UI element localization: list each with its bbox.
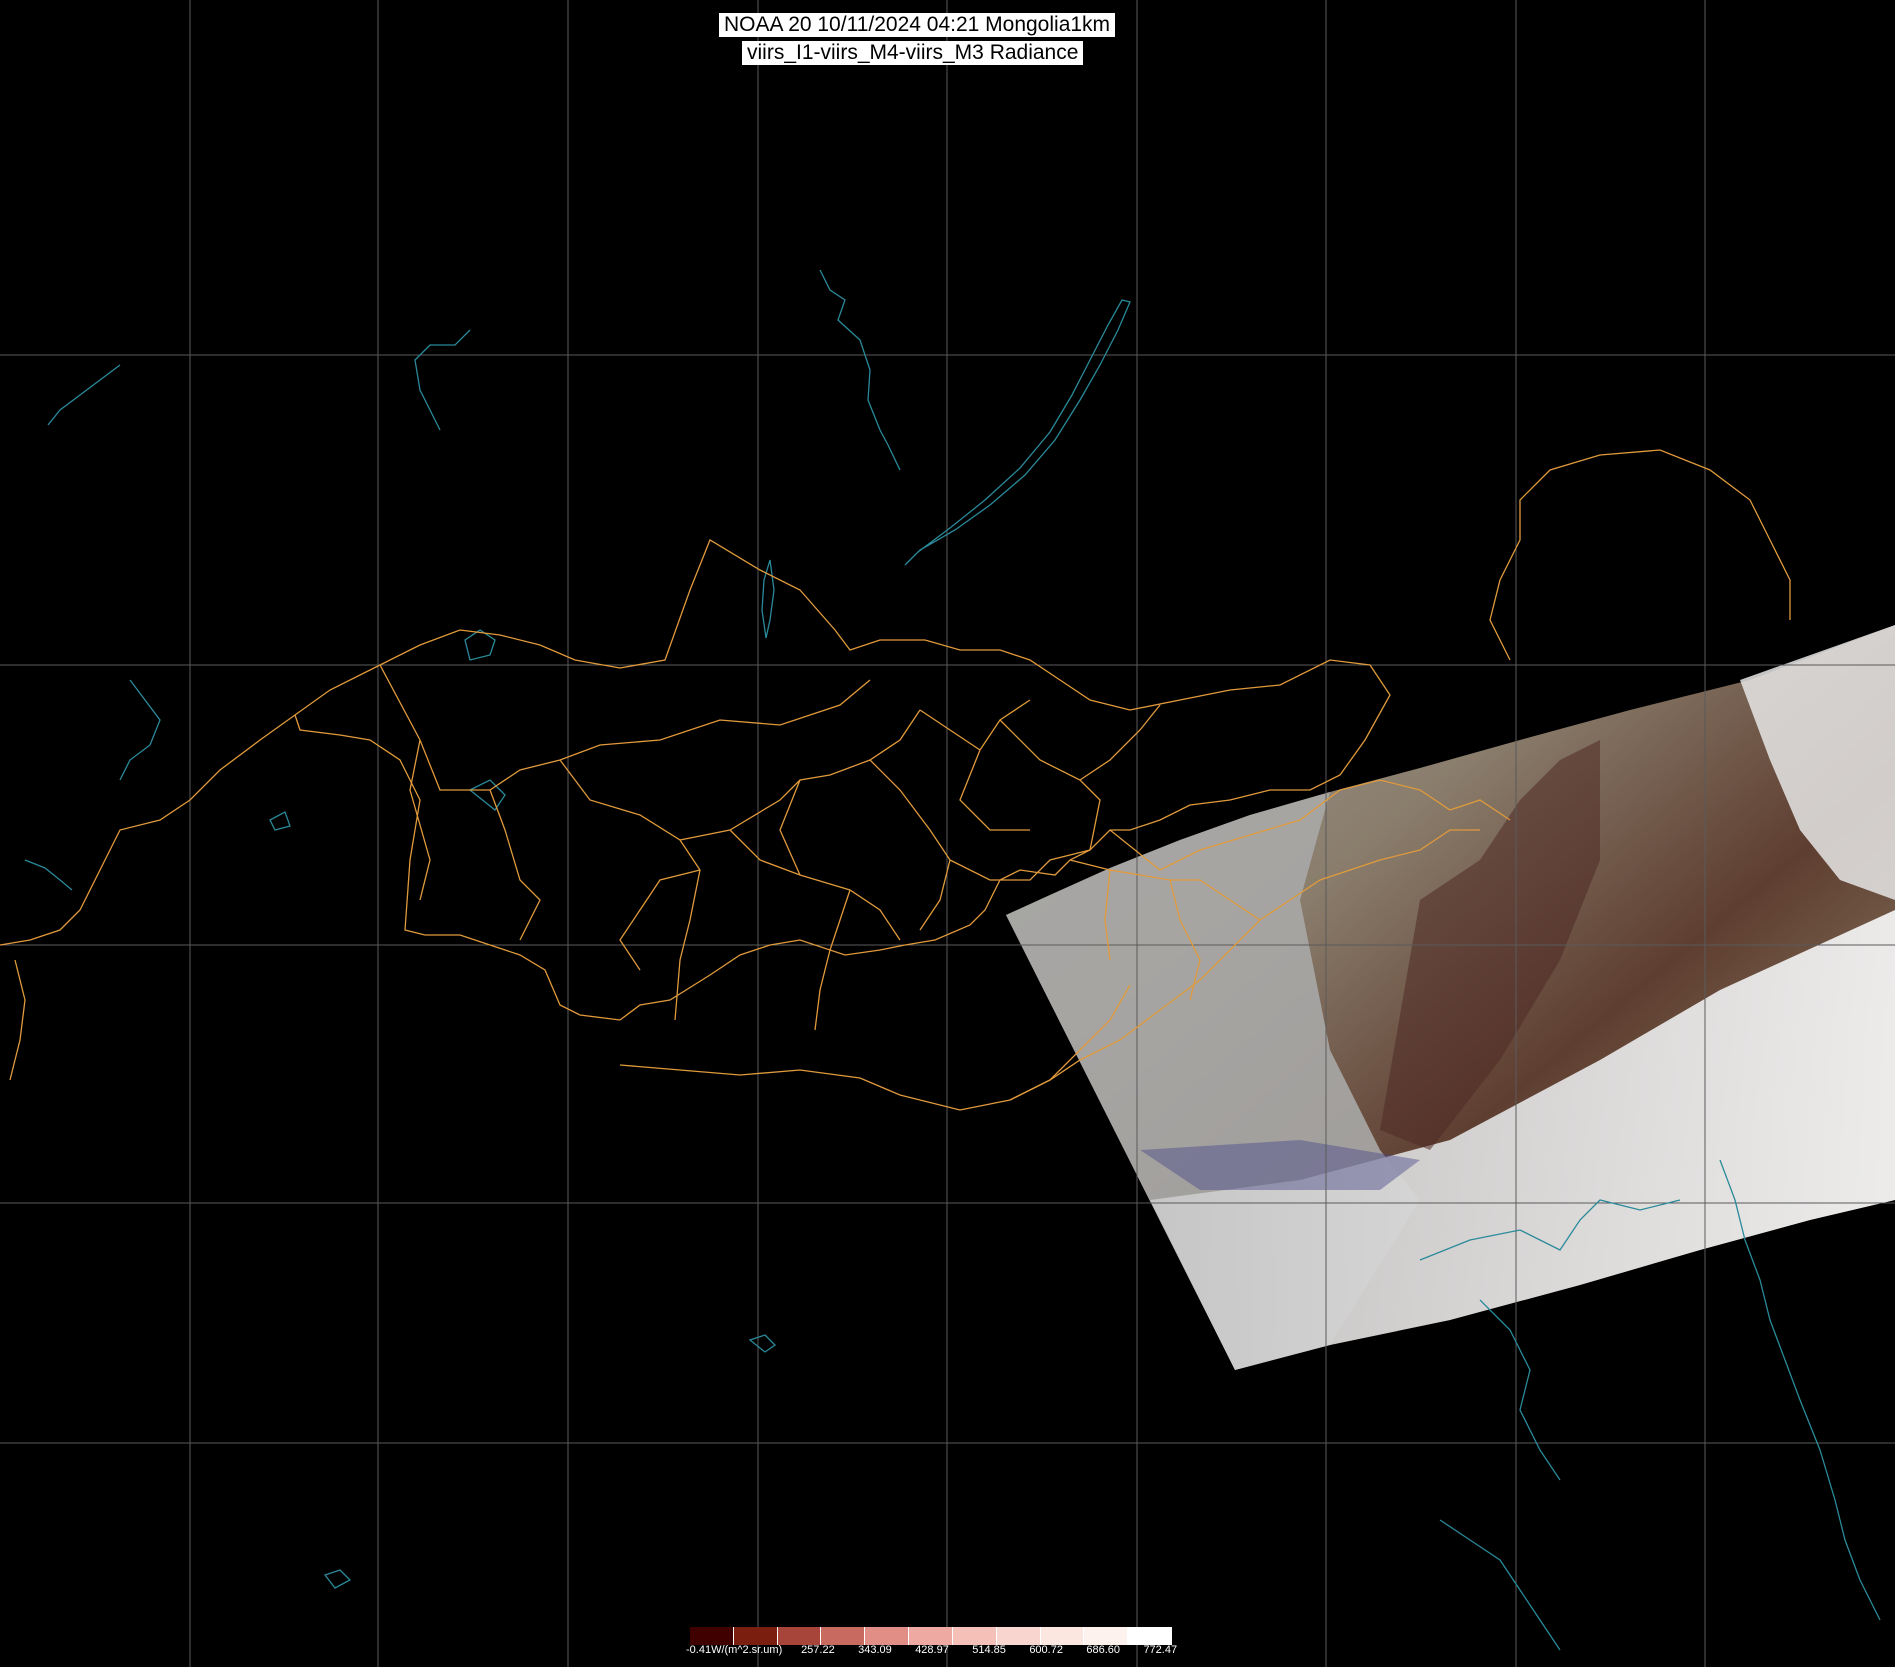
map-title-line2: viirs_I1-viirs_M4-viirs_M3 Radiance (742, 41, 1084, 65)
colorbar (690, 1627, 1172, 1645)
colorbar-segment (777, 1627, 822, 1645)
colorbar-tick: 686.60 (1086, 1644, 1121, 1656)
map-title-line1: NOAA 20 10/11/2024 04:21 Mongolia1km (719, 13, 1116, 37)
colorbar-segment (909, 1627, 953, 1645)
colorbar-unit-label: -0.41W/(m^2.sr.um) (686, 1644, 783, 1656)
colorbar-segment (690, 1627, 734, 1645)
colorbar-segment (1084, 1627, 1129, 1645)
colorbar-tick: 772.47 (1143, 1644, 1178, 1656)
colorbar-tick: 343.09 (858, 1644, 892, 1656)
satellite-map (0, 0, 1895, 1667)
colorbar-tick: 428.97 (915, 1644, 949, 1656)
colorbar-segment (1040, 1627, 1085, 1645)
colorbar-segment (1128, 1627, 1172, 1645)
colorbar-tick: 600.72 (1029, 1644, 1063, 1656)
colorbar-labels: -0.41W/(m^2.sr.um) 257.22 343.09 428.97 … (686, 1644, 1183, 1660)
colorbar-segment (865, 1627, 910, 1645)
colorbar-tick: 514.85 (972, 1644, 1006, 1656)
colorbar-segment (952, 1627, 997, 1645)
colorbar-segment (996, 1627, 1041, 1645)
colorbar-segment (733, 1627, 778, 1645)
colorbar-tick: 257.22 (801, 1644, 835, 1656)
colorbar-segment (821, 1627, 866, 1645)
